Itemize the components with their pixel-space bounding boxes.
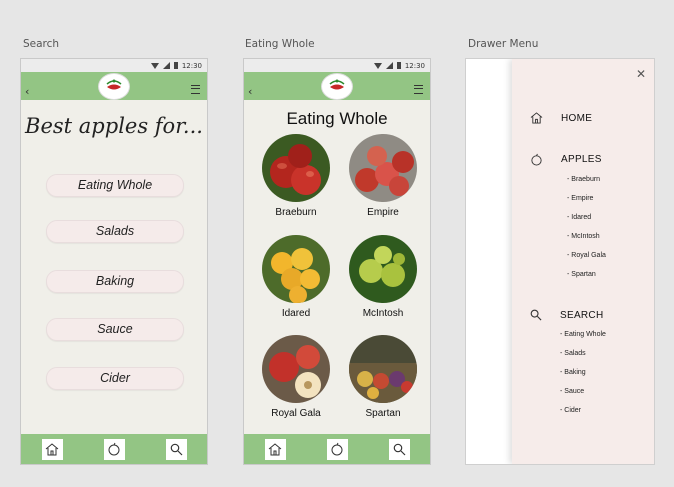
apple-card-empire[interactable]: Empire xyxy=(343,134,423,218)
option-sauce[interactable]: Sauce xyxy=(46,318,184,341)
apple-card-idared[interactable]: Idared xyxy=(256,235,336,319)
drawer-item-braeburn[interactable]: - Braeburn xyxy=(567,176,606,183)
apples-button[interactable] xyxy=(103,438,125,460)
status-time: 12:30 xyxy=(181,61,202,70)
apple-icon xyxy=(108,442,120,456)
search-icon xyxy=(170,443,182,455)
option-baking[interactable]: Baking xyxy=(46,270,184,293)
royal-gala-image xyxy=(262,335,330,403)
apple-name: McIntosh xyxy=(362,308,404,319)
app-logo xyxy=(98,73,130,100)
menu-icon[interactable] xyxy=(414,85,423,94)
drawer-apples-label: APPLES xyxy=(561,154,602,165)
search-button[interactable] xyxy=(388,438,410,460)
home-icon xyxy=(530,112,543,124)
home-button[interactable] xyxy=(41,438,63,460)
home-button[interactable] xyxy=(264,438,286,460)
home-icon xyxy=(268,442,282,455)
drawer-item-mcintosh[interactable]: - McIntosh xyxy=(567,233,606,240)
back-icon[interactable]: ‹ xyxy=(25,85,29,98)
drawer-home[interactable]: HOME xyxy=(530,112,592,124)
drawer-search: SEARCH - Eating Whole - Salads - Baking … xyxy=(530,309,606,414)
status-time: 12:30 xyxy=(404,61,425,70)
signal-icon xyxy=(162,62,170,69)
menu-icon[interactable] xyxy=(191,85,200,94)
bottom-nav xyxy=(21,434,207,464)
apple-icon xyxy=(531,153,542,166)
search-icon xyxy=(393,443,405,455)
eating-whole-screen: 12:30 ‹ Eating Whole Braeburn Empire Ida… xyxy=(243,58,431,465)
drawer-search-label: SEARCH xyxy=(560,309,604,321)
braeburn-image xyxy=(262,134,330,202)
app-bar: ‹ xyxy=(244,72,430,100)
battery-icon xyxy=(396,62,401,69)
home-icon xyxy=(45,442,59,455)
apple-name: Spartan xyxy=(365,408,401,419)
battery-icon xyxy=(173,62,178,69)
drawer-item-idared[interactable]: - Idared xyxy=(567,214,606,221)
drawer-menu-screen: ✕ HOME APPLES - Braeburn - Empire - Idar… xyxy=(465,58,655,465)
apple-card-royal-gala[interactable]: Royal Gala xyxy=(256,335,336,419)
bottom-nav xyxy=(244,434,430,464)
apple-card-mcintosh[interactable]: McIntosh xyxy=(343,235,423,319)
wifi-icon xyxy=(373,62,382,69)
close-icon[interactable]: ✕ xyxy=(636,67,646,81)
app-bar: ‹ xyxy=(21,72,207,100)
apples-button[interactable] xyxy=(326,438,348,460)
drawer-item-royal-gala[interactable]: - Royal Gala xyxy=(567,252,606,259)
page-title: Best apples for... xyxy=(25,114,203,138)
empire-image xyxy=(349,134,417,202)
drawer-item-baking[interactable]: - Baking xyxy=(560,369,606,376)
option-salads[interactable]: Salads xyxy=(46,220,184,243)
drawer-item-spartan[interactable]: - Spartan xyxy=(567,271,606,278)
option-eating-whole[interactable]: Eating Whole xyxy=(46,174,184,197)
search-button[interactable] xyxy=(165,438,187,460)
signal-icon xyxy=(385,62,393,69)
drawer-panel: ✕ HOME APPLES - Braeburn - Empire - Idar… xyxy=(512,59,654,464)
status-bar: 12:30 xyxy=(244,59,430,72)
status-bar: 12:30 xyxy=(21,59,207,72)
drawer-item-eating-whole[interactable]: - Eating Whole xyxy=(560,331,606,338)
mcintosh-image xyxy=(349,235,417,303)
apple-name: Idared xyxy=(281,308,311,319)
apple-name: Royal Gala xyxy=(271,408,321,419)
drawer-apples: APPLES - Braeburn - Empire - Idared - Mc… xyxy=(530,153,606,278)
idared-image xyxy=(262,235,330,303)
option-cider[interactable]: Cider xyxy=(46,367,184,390)
search-screen: 12:30 ‹ Best apples for... Eating Whole … xyxy=(20,58,208,465)
apple-card-spartan[interactable]: Spartan xyxy=(343,335,423,419)
apple-name: Braeburn xyxy=(275,207,317,218)
drawer-item-cider[interactable]: - Cider xyxy=(560,407,606,414)
search-icon xyxy=(530,309,542,321)
drawer-search-head[interactable]: SEARCH xyxy=(530,309,606,321)
screen-label-drawer-menu: Drawer Menu xyxy=(468,38,539,50)
drawer-home-label: HOME xyxy=(561,112,593,124)
screen-label-eating-whole: Eating Whole xyxy=(245,38,315,50)
drawer-item-sauce[interactable]: - Sauce xyxy=(560,388,606,395)
screen-label-search: Search xyxy=(23,38,60,50)
wifi-icon xyxy=(150,62,159,69)
apple-card-braeburn[interactable]: Braeburn xyxy=(256,134,336,218)
drawer-apples-head[interactable]: APPLES xyxy=(530,153,606,166)
apple-name: Empire xyxy=(367,207,399,218)
page-title: Eating Whole xyxy=(286,109,388,128)
spartan-image xyxy=(349,335,417,403)
apple-icon xyxy=(331,442,343,456)
drawer-item-empire[interactable]: - Empire xyxy=(567,195,606,202)
back-icon[interactable]: ‹ xyxy=(248,85,252,98)
drawer-item-salads[interactable]: - Salads xyxy=(560,350,606,357)
app-logo xyxy=(321,73,353,100)
